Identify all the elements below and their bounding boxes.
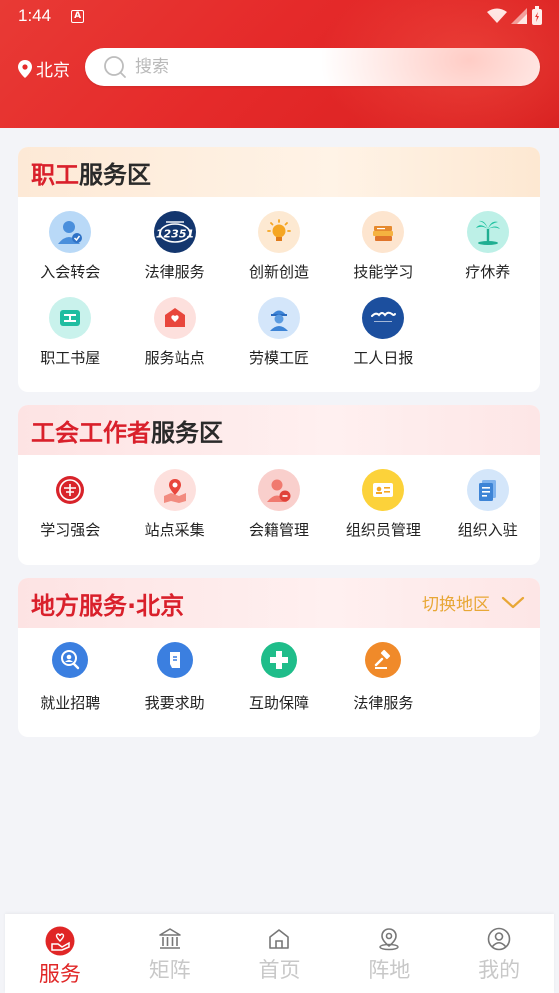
worker-service-card: 职工 服务区 入会转会 12351 法律服务 创新创造 技能学习 疗休养 职工书… — [18, 147, 540, 392]
search-icon — [104, 56, 126, 78]
books-icon — [362, 211, 405, 253]
bank-icon — [158, 928, 181, 949]
map-pin-icon — [153, 469, 196, 511]
service-item-jobs[interactable]: 就业招聘 — [18, 642, 122, 728]
wifi-icon — [487, 8, 507, 23]
local-service-card: 地方服务·北京 切换地区 就业招聘 我要求助 互助保障 法律服务 — [18, 578, 540, 737]
svg-text:12351: 12351 — [156, 228, 194, 241]
service-item-study[interactable]: 学习强会 — [18, 469, 122, 555]
location-pin-icon — [18, 59, 32, 78]
service-item-site-collect[interactable]: 站点采集 — [122, 469, 226, 555]
medical-cross-icon — [260, 642, 297, 678]
service-item-help[interactable]: 我要求助 — [122, 642, 226, 728]
signal-icon — [511, 8, 527, 24]
documents-icon — [466, 469, 509, 511]
service-item-organizer[interactable]: 组织员管理 — [331, 469, 435, 555]
local-grid: 就业招聘 我要求助 互助保障 法律服务 — [18, 628, 540, 728]
unionist-grid: 学习强会 站点采集 会籍管理 组织员管理 组织入驻 — [18, 455, 540, 555]
hotline-12351-icon: 12351 — [153, 211, 196, 253]
service-item-recuperation[interactable]: 疗休养 — [436, 211, 540, 297]
tab-mine[interactable]: 我的 — [449, 926, 549, 984]
bottom-tab-bar: 服务 矩阵 首页 阵地 我的 — [5, 914, 554, 993]
service-item-workers-daily[interactable]: 工人日报 — [331, 297, 435, 383]
notification-icon: A — [71, 9, 85, 23]
header: 1:44 A 北京 — [0, 0, 559, 128]
union-emblem-icon — [49, 469, 92, 511]
location-icon — [379, 928, 399, 951]
tab-matrix[interactable]: 矩阵 — [120, 926, 220, 984]
service-item-innovation[interactable]: 创新创造 — [227, 211, 331, 297]
search-bar[interactable] — [85, 48, 540, 86]
user-icon — [487, 927, 511, 951]
home-icon — [269, 929, 290, 949]
switch-region-button[interactable]: 切换地区 — [422, 590, 526, 615]
tab-service[interactable]: 服务 — [10, 926, 110, 988]
worker-grid: 入会转会 12351 法律服务 创新创造 技能学习 疗休养 职工书屋 服务站点 … — [18, 197, 540, 383]
service-item-skill[interactable]: 技能学习 — [331, 211, 435, 297]
battery-icon — [532, 6, 542, 25]
service-item-local-legal[interactable]: 法律服务 — [331, 642, 435, 728]
location-selector[interactable]: 北京 — [18, 56, 70, 81]
job-search-icon — [52, 642, 89, 678]
id-card-icon — [362, 469, 405, 511]
status-time: 1:44 — [18, 6, 52, 25]
service-item-legal[interactable]: 12351 法律服务 — [122, 211, 226, 297]
tab-home[interactable]: 首页 — [229, 926, 329, 984]
service-item-membership[interactable]: 会籍管理 — [227, 469, 331, 555]
service-item-station[interactable]: 服务站点 — [122, 297, 226, 383]
unionist-service-card: 工会工作者 服务区 学习强会 站点采集 会籍管理 组织员管理 组织入驻 — [18, 405, 540, 565]
unionist-section-title: 工会工作者 服务区 — [18, 405, 540, 455]
chevron-down-icon — [501, 596, 525, 608]
service-item-bookhouse[interactable]: 职工书屋 — [18, 297, 122, 383]
palm-tree-icon — [466, 211, 509, 253]
membership-icon — [257, 469, 300, 511]
service-station-icon — [153, 297, 196, 339]
help-hand-icon — [156, 642, 193, 678]
gavel-icon — [365, 642, 402, 678]
status-bar: 1:44 A — [0, 0, 559, 32]
join-icon — [49, 211, 92, 253]
service-icon — [45, 926, 75, 956]
tab-position[interactable]: 阵地 — [339, 926, 439, 984]
service-item-mutual-aid[interactable]: 互助保障 — [227, 642, 331, 728]
service-item-join[interactable]: 入会转会 — [18, 211, 122, 297]
local-section-title: 地方服务·北京 切换地区 — [18, 578, 540, 628]
lightbulb-icon — [257, 211, 300, 253]
service-item-org-settle[interactable]: 组织入驻 — [436, 469, 540, 555]
model-worker-icon — [257, 297, 300, 339]
city-label: 北京 — [36, 61, 70, 81]
bookhouse-icon — [49, 297, 92, 339]
status-right — [487, 6, 543, 26]
worker-section-title: 职工 服务区 — [18, 147, 540, 197]
search-input[interactable] — [135, 57, 515, 77]
service-item-model-worker[interactable]: 劳模工匠 — [227, 297, 331, 383]
workers-daily-icon — [362, 297, 405, 339]
